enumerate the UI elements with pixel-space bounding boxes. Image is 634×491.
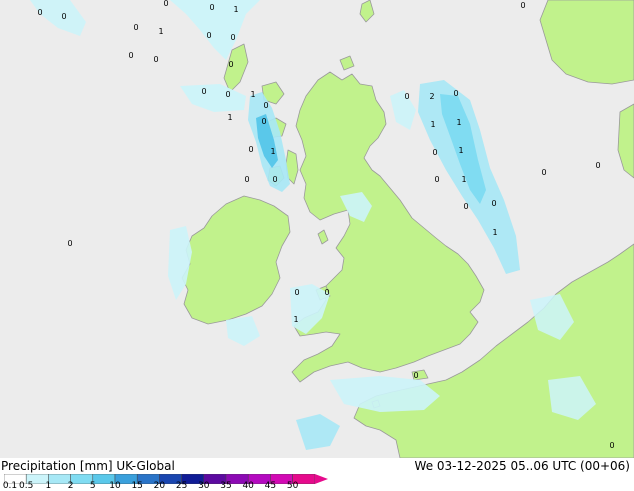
point-value-p38: 1 xyxy=(492,228,497,237)
point-value-p39: 1 xyxy=(293,315,298,324)
precipitation-map: 0 00 0 10 1 0 00 000 1001 000 2 01 10 1010 0 10 00000110… xyxy=(0,0,634,458)
footer: Precipitation [mm] UK-Global We 03-12-20… xyxy=(0,458,634,491)
point-value-p16: 0 xyxy=(263,101,268,110)
forecast-timestamp: We 03-12-2025 05..06 UTC (00+06) xyxy=(414,459,630,473)
point-value-p41: 0 xyxy=(324,288,329,297)
point-value-p30: 0 xyxy=(434,175,439,184)
point-value-p28: 1 xyxy=(270,147,275,156)
point-value-p4: 0 xyxy=(209,3,214,12)
point-value-p27: 0 xyxy=(244,175,249,184)
point-value-p20: 0 xyxy=(404,92,409,101)
point-value-p1: 0 xyxy=(37,8,42,17)
point-value-p17: 1 xyxy=(227,113,232,122)
point-value-p5: 1 xyxy=(233,5,238,14)
point-value-p7: 1 xyxy=(158,27,163,36)
point-value-p10: 0 xyxy=(128,51,133,60)
point-value-p8: 0 xyxy=(206,31,211,40)
point-value-p42: 0 xyxy=(413,371,418,380)
point-value-p32: 0 xyxy=(463,202,468,211)
point-value-p2: 0 xyxy=(61,12,66,21)
map-title: Precipitation [mm] UK-Global xyxy=(1,459,175,473)
point-value-p19: 0 xyxy=(248,145,253,154)
point-value-p23: 1 xyxy=(430,120,435,129)
point-value-p6: 0 xyxy=(133,23,138,32)
color-scale xyxy=(4,474,328,484)
point-value-p25: 0 xyxy=(432,148,437,157)
point-value-p18: 0 xyxy=(261,117,266,126)
point-value-p21: 2 xyxy=(429,92,434,101)
point-value-p3: 0 xyxy=(163,0,168,8)
point-value-p33: 0 xyxy=(491,199,496,208)
point-value-p37: 0 xyxy=(67,239,72,248)
point-value-p36: 0 xyxy=(520,1,525,10)
point-value-p24: 1 xyxy=(456,118,461,127)
point-value-p14: 1 xyxy=(250,90,255,99)
point-value-p13: 0 xyxy=(201,87,206,96)
point-value-p40: 0 xyxy=(294,288,299,297)
point-value-p26: 1 xyxy=(458,146,463,155)
point-value-p22: 0 xyxy=(453,89,458,98)
point-value-p31: 1 xyxy=(461,175,466,184)
point-value-p43: 0 xyxy=(609,441,614,450)
point-value-p29: 0 xyxy=(272,175,277,184)
point-value-p35: 0 xyxy=(595,161,600,170)
point-value-p11: 0 xyxy=(153,55,158,64)
point-value-p34: 0 xyxy=(541,168,546,177)
point-value-p15: 0 xyxy=(225,90,230,99)
point-value-p12: 0 xyxy=(228,60,233,69)
scale-arrow xyxy=(314,474,328,484)
point-value-p9: 0 xyxy=(230,33,235,42)
